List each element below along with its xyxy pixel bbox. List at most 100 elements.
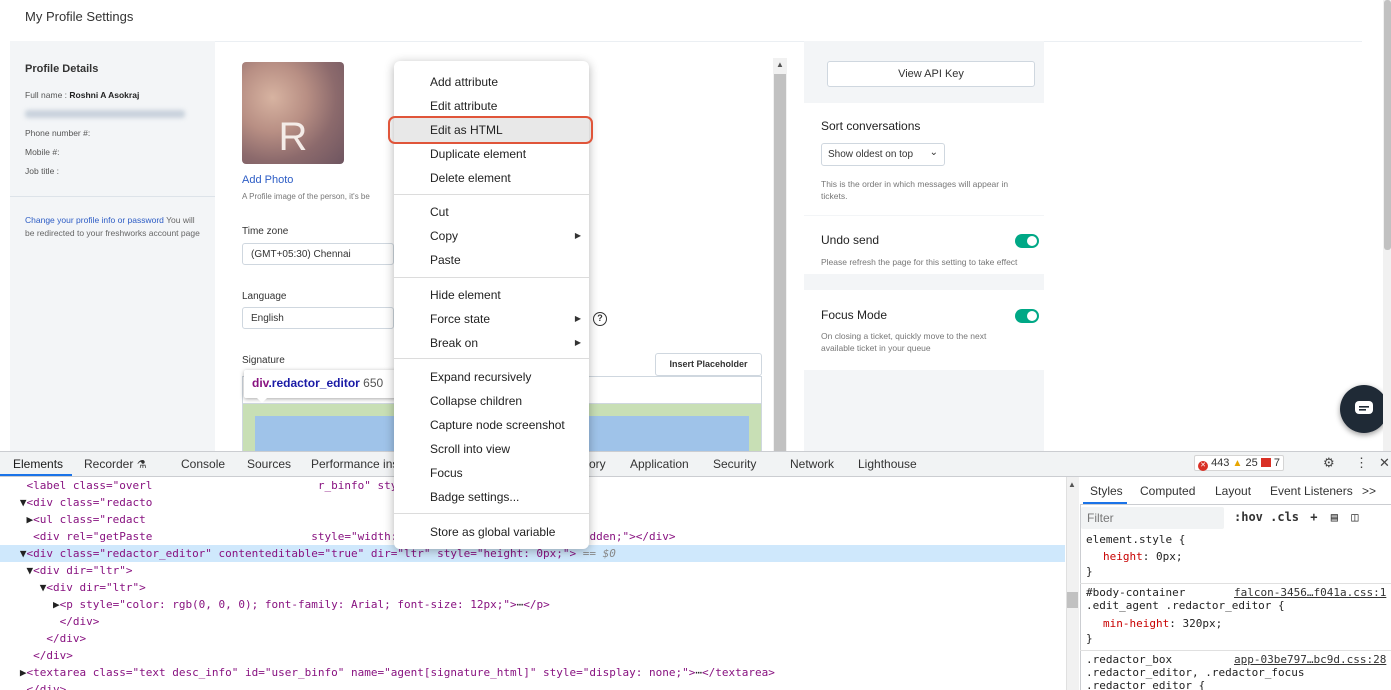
scrollbar-thumb[interactable] — [774, 74, 786, 451]
change-profile-link[interactable]: Change your profile info or password — [25, 215, 164, 225]
dom-node-indent: ▼ — [0, 547, 27, 560]
menu-item-label: Copy — [430, 229, 459, 243]
view-api-key-button[interactable]: View API Key — [827, 61, 1035, 87]
menu-item-label: Paste — [430, 253, 461, 267]
tab-performance-insights[interactable]: Performance ins — [311, 457, 398, 471]
issues-counter[interactable]: ✕ 443 ▲ 25 7 — [1194, 455, 1284, 471]
tab-memory[interactable]: ory — [589, 457, 606, 471]
scrollbar-thumb[interactable] — [1067, 592, 1078, 608]
tab-security[interactable]: Security — [713, 457, 756, 471]
tab-sources[interactable]: Sources — [247, 457, 291, 471]
tab-console[interactable]: Console — [181, 457, 225, 471]
tab-recorder[interactable]: Recorder ⚗ — [84, 457, 147, 471]
style-rule-close: } — [1086, 632, 1093, 645]
menu-item-break-on[interactable]: Break on ▶ — [394, 331, 589, 355]
menu-item-focus[interactable]: Focus — [394, 461, 589, 485]
warning-icon: ▲ — [1232, 458, 1243, 469]
dom-node-tag: <div dir="ltr"> — [46, 581, 146, 594]
paint-icon[interactable]: ▤ — [1331, 510, 1338, 524]
chat-button[interactable] — [1340, 385, 1388, 433]
tab-application[interactable]: Application — [630, 457, 689, 471]
tab-event-listeners[interactable]: Event Listeners — [1270, 484, 1353, 498]
menu-item-copy[interactable]: Copy ▶ — [394, 224, 589, 248]
styles-filter-input[interactable]: Filter — [1081, 507, 1224, 529]
menu-separator — [394, 277, 589, 278]
more-options-icon[interactable]: ⋮ — [1355, 455, 1368, 471]
scroll-up-icon[interactable]: ▲ — [1068, 480, 1076, 489]
menu-item-edit-attribute[interactable]: Edit attribute — [394, 94, 589, 118]
language-select[interactable]: English — [242, 307, 394, 329]
sort-select[interactable]: Show oldest on top ⌄ — [821, 143, 945, 166]
dom-node-line[interactable]: ▼<div dir="ltr"> — [0, 579, 1065, 596]
dom-node-line[interactable]: </div> — [0, 613, 1065, 630]
tab-lighthouse[interactable]: Lighthouse — [858, 457, 917, 471]
dom-node-tag: <p style="color: rgb(0, 0, 0); font-fami… — [59, 598, 517, 611]
menu-item-collapse-children[interactable]: Collapse children — [394, 389, 589, 413]
full-name-row: Full name : Roshni A Asokraj — [25, 90, 139, 100]
menu-item-hide-element[interactable]: Hide element — [394, 283, 589, 307]
menu-item-expand-recursively[interactable]: Expand recursively — [394, 365, 589, 389]
dom-node-tag: <label class="overl — [26, 479, 153, 492]
dom-node-line[interactable]: ▼<div dir="ltr"> — [0, 562, 1065, 579]
tooltip-class: .redactor_editor — [268, 376, 360, 390]
page-scrollbar-thumb[interactable] — [1384, 0, 1391, 250]
plus-icon[interactable]: + — [1310, 510, 1317, 524]
dom-node-line[interactable]: </div> — [0, 681, 1065, 690]
tab-computed[interactable]: Computed — [1140, 484, 1195, 498]
tab-elements[interactable]: Elements — [13, 457, 63, 471]
tooltip-arrow — [256, 397, 268, 403]
tab-network[interactable]: Network — [790, 457, 834, 471]
stylesheet-link[interactable]: app-03be797…bc9d.css:28 — [1234, 653, 1386, 666]
error-icon: ✕ — [1198, 461, 1208, 471]
menu-separator — [394, 358, 589, 359]
add-photo-link[interactable]: Add Photo — [242, 174, 293, 186]
avatar-letter: R — [278, 115, 308, 159]
tab-layout[interactable]: Layout — [1215, 484, 1251, 498]
focus-toggle[interactable] — [1015, 309, 1039, 323]
dom-node-tag: <div class="redacto — [26, 496, 153, 509]
sidebar-toggle-icon[interactable]: ◫ — [1351, 510, 1358, 524]
insert-placeholder-button[interactable]: Insert Placeholder — [655, 353, 762, 376]
dom-node-line[interactable]: </div> — [0, 647, 1065, 664]
more-tabs-icon[interactable]: >> — [1362, 484, 1376, 498]
menu-item-duplicate-element[interactable]: Duplicate element — [394, 142, 589, 166]
page-title: My Profile Settings — [25, 9, 134, 24]
dom-node-indent: ▶ — [0, 598, 60, 611]
gear-icon[interactable]: ⚙ — [1323, 455, 1335, 471]
active-tab-indicator — [1083, 502, 1127, 504]
menu-item-store-as-global-variable[interactable]: Store as global variable — [394, 520, 589, 544]
hov-cls-toggle[interactable]: :hov .cls — [1234, 510, 1299, 524]
undo-toggle[interactable] — [1015, 234, 1039, 248]
flask-icon: ⚗ — [136, 459, 147, 471]
dom-node-line[interactable]: ▶<textarea class="text desc_info" id="us… — [0, 664, 1065, 681]
tab-styles[interactable]: Styles — [1090, 484, 1123, 498]
dom-node-line[interactable]: ▶<p style="color: rgb(0, 0, 0); font-fam… — [0, 596, 1065, 613]
chevron-down-icon: ⌄ — [929, 147, 938, 158]
dom-node-indent — [0, 479, 27, 492]
help-icon[interactable]: ? — [593, 312, 607, 326]
style-rule-declaration[interactable]: height: 0px; — [1103, 550, 1183, 563]
close-icon[interactable]: ✕ — [1379, 455, 1390, 471]
menu-item-paste[interactable]: Paste — [394, 248, 589, 272]
stylesheet-link[interactable]: falcon-3456…f041a.css:1 — [1234, 586, 1386, 599]
time-zone-select[interactable]: (GMT+05:30) Chennai — [242, 243, 394, 265]
menu-item-capture-node-screenshot[interactable]: Capture node screenshot — [394, 413, 589, 437]
menu-item-badge-settings[interactable]: Badge settings... — [394, 485, 589, 509]
menu-item-add-attribute[interactable]: Add attribute — [394, 70, 589, 94]
style-rule-declaration[interactable]: min-height: 320px; — [1103, 617, 1222, 630]
divider — [10, 196, 215, 197]
sort-description: This is the order in which messages will… — [821, 179, 1009, 201]
menu-item-cut[interactable]: Cut — [394, 200, 589, 224]
dom-node-line[interactable]: </div> — [0, 630, 1065, 647]
signature-label: Signature — [242, 355, 285, 366]
menu-item-delete-element[interactable]: Delete element — [394, 166, 589, 190]
scrollbar[interactable] — [1066, 477, 1079, 690]
menu-item-label: Collapse children — [430, 394, 523, 408]
phone-label: Phone number #: — [25, 128, 91, 138]
menu-item-scroll-into-view[interactable]: Scroll into view — [394, 437, 589, 461]
dom-node-extra — [152, 530, 311, 543]
menu-item-force-state[interactable]: Force state ▶ — [394, 307, 589, 331]
profile-details-heading: Profile Details — [25, 63, 99, 75]
scroll-up-icon[interactable]: ▲ — [776, 60, 784, 69]
filter-toggles[interactable]: :hov .cls + ▤ ◫ — [1234, 510, 1358, 524]
